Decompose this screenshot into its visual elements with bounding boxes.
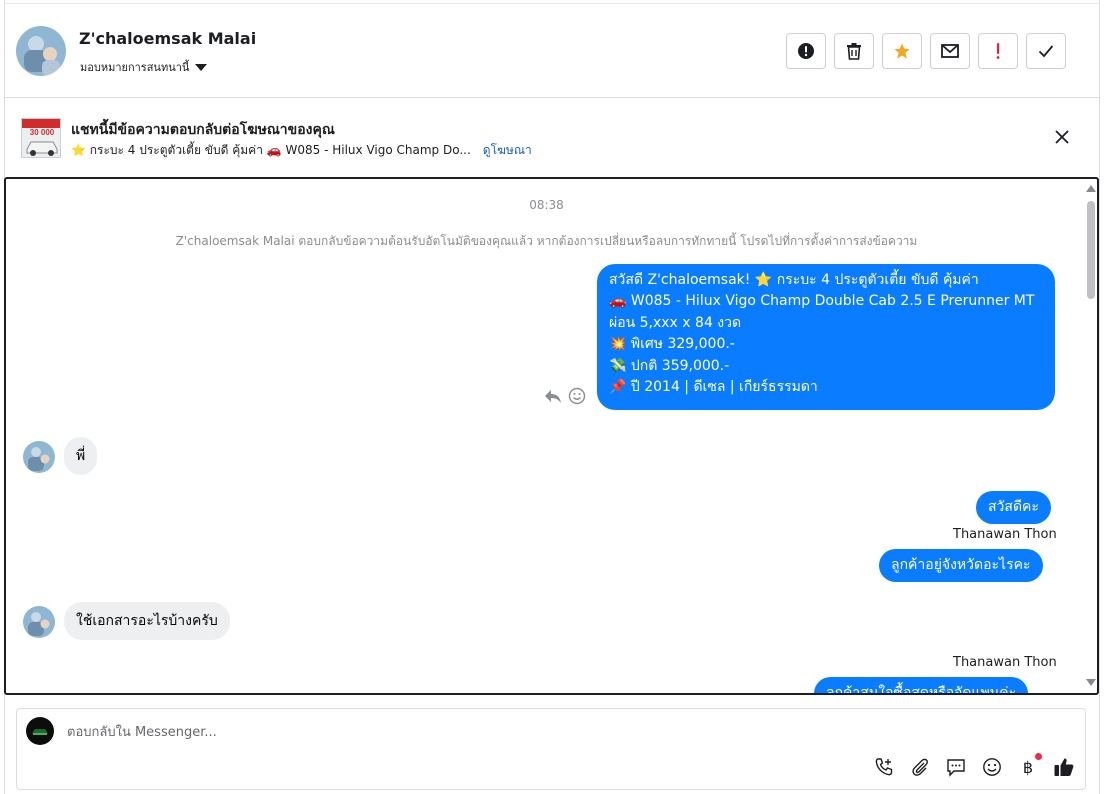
right-panel-edge — [1099, 0, 1113, 794]
mark-unread-button[interactable] — [930, 33, 970, 69]
follow-up-button[interactable] — [978, 33, 1018, 69]
agent-name: Thanawan Thon — [953, 655, 1057, 670]
attach-button[interactable] — [908, 755, 932, 779]
call-icon — [875, 758, 893, 776]
message-hover-actions — [544, 387, 586, 405]
page-avatar — [26, 717, 54, 745]
outgoing-greeting-message[interactable]: สวัสดี Z'chaloemsak! ⭐ กระบะ 4 ประตูตัวเ… — [597, 264, 1055, 410]
star-button[interactable] — [882, 33, 922, 69]
message-line: 💸 ปกติ 359,000.- — [609, 357, 730, 374]
star-icon — [894, 43, 910, 59]
chevron-down-icon — [195, 63, 208, 71]
composer-tools: ฿ — [872, 753, 1076, 779]
close-icon — [1055, 130, 1069, 144]
outgoing-message[interactable]: ลูกค้าสนใจซื้อสดหรือจัดแพนค่ะ — [814, 677, 1029, 693]
trash-icon — [847, 43, 861, 60]
saved-replies-button[interactable] — [944, 755, 968, 779]
ad-name-text: ⭐ กระบะ 4 ประตูตัวเตี้ย ขับดี คุ้มค่า 🚗 … — [71, 143, 471, 157]
svg-text:฿: ฿ — [1023, 758, 1033, 777]
reply-composer: ฿ — [16, 708, 1086, 790]
like-button[interactable] — [1052, 755, 1076, 779]
exclamation-circle-icon — [798, 43, 814, 59]
attachment-icon — [912, 758, 928, 776]
close-banner-button[interactable] — [1052, 127, 1072, 147]
top-edge — [5, 0, 1099, 4]
assign-label: มอบหมายการสนทนานี้ — [80, 61, 190, 74]
report-spam-button[interactable] — [786, 33, 826, 69]
contact-avatar-small[interactable] — [23, 441, 55, 473]
notification-dot — [1035, 753, 1042, 760]
reply-icon[interactable] — [544, 388, 562, 404]
message-line: สวัสดี Z'chaloemsak! ⭐ กระบะ 4 ประตูตัวเ… — [609, 272, 979, 288]
message-line: 💥 พิเศษ 329,000.- — [609, 336, 735, 353]
contact-name: Z'chaloemsak Malai — [79, 29, 257, 48]
assign-conversation-dropdown[interactable]: มอบหมายการสนทนานี้ — [80, 58, 208, 76]
saved-reply-icon — [947, 759, 965, 777]
auto-reply-notice: Z'chaloemsak Malai ตอบกลับข้อความต้อนรับ… — [175, 234, 918, 248]
header-actions — [786, 33, 1066, 69]
emoji-icon — [983, 758, 1001, 776]
ad-thumbnail[interactable]: 30 000 — [21, 118, 61, 158]
ad-banner-title: แชทนี้มีข้อความตอบกลับต่อโฆษณาของคุณ — [71, 122, 335, 138]
view-ad-link[interactable]: ดูโฆษณา — [483, 141, 532, 160]
incoming-message[interactable]: ใช้เอกสารอะไรบ้างครับ — [64, 602, 230, 640]
scroll-down-arrow-icon[interactable] — [1086, 679, 1096, 686]
message-line: 🚗 W085 - Hilux Vigo Champ Double Cab 2.5… — [609, 293, 1035, 310]
outgoing-message[interactable]: ลูกค้าอยู่จังหวัดอะไรคะ — [879, 549, 1043, 583]
payment-button[interactable]: ฿ — [1016, 753, 1042, 779]
call-button[interactable] — [872, 755, 896, 779]
agent-name: Thanawan Thon — [953, 527, 1057, 542]
exclamation-icon — [996, 43, 1000, 59]
ad-banner-subtitle: ⭐ กระบะ 4 ประตูตัวเตี้ย ขับดี คุ้มค่า 🚗 … — [71, 141, 532, 160]
ad-thumb-text: 30 000 — [30, 128, 55, 137]
reply-input[interactable] — [65, 721, 845, 743]
ad-reply-banner: 30 000 แชทนี้มีข้อความตอบกลับต่อโฆษณาของ… — [5, 99, 1099, 177]
baht-icon: ฿ — [1023, 758, 1033, 777]
delete-button[interactable] — [834, 33, 874, 69]
like-icon — [1054, 758, 1074, 776]
outgoing-message[interactable]: สวัสดีคะ — [976, 491, 1051, 525]
message-line: 📌 ปี 2014 | ดีเซล | เกียร์ธรรมดา — [609, 379, 818, 396]
emoji-button[interactable] — [980, 755, 1004, 779]
checkmark-icon — [1038, 45, 1054, 58]
conversation-header: Z'chaloemsak Malai มอบหมายการสนทนานี้ — [5, 5, 1099, 98]
message-timestamp: 08:38 — [529, 198, 564, 212]
message-thread[interactable]: 08:38 Z'chaloemsak Malai ตอบกลับข้อความต… — [4, 177, 1099, 695]
contact-avatar[interactable] — [16, 26, 66, 76]
contact-avatar-small[interactable] — [23, 606, 55, 638]
react-emoji-icon[interactable] — [568, 387, 586, 405]
incoming-message[interactable]: พี่ — [64, 437, 98, 475]
scroll-up-arrow-icon[interactable] — [1086, 185, 1096, 192]
scrollbar-thumb[interactable] — [1087, 201, 1095, 299]
mark-done-button[interactable] — [1026, 33, 1066, 69]
message-line: ผ่อน 5,xxx x 84 งวด — [609, 314, 742, 331]
envelope-icon — [941, 44, 959, 58]
